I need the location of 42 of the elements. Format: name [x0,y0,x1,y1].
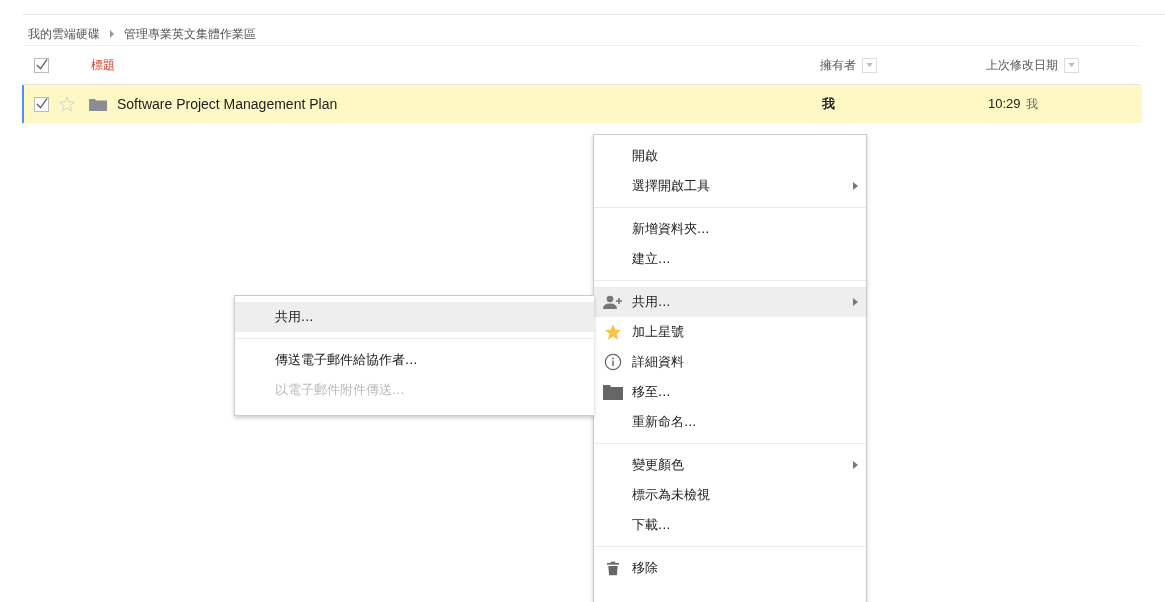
info-icon [604,353,622,371]
submenu-arrow-icon [853,461,858,469]
menu-item[interactable]: 詳細資料 [594,347,866,377]
menu-item[interactable]: 開啟 [594,141,866,171]
menu-item[interactable]: 新增資料夾... [594,214,866,244]
breadcrumb-link[interactable]: 我的雲端硬碟 [28,25,100,43]
checkbox[interactable] [34,96,49,112]
submenu-arrow-icon [853,182,858,190]
star-icon [604,323,622,341]
breadcrumb-arrow-icon [110,30,114,38]
menu-item[interactable]: 共用... [235,302,594,332]
add-person-icon [603,295,623,309]
menu-item[interactable]: 移除 [594,553,866,583]
breadcrumb-link[interactable]: 管理專業英文集體作業區 [124,25,256,43]
caret-icon [1068,63,1075,67]
sort-dropdown[interactable] [862,57,877,73]
menu-item[interactable]: 建立... [594,244,866,274]
menu-item[interactable]: 移至... [594,377,866,407]
checkbox[interactable] [34,57,49,73]
sort-dropdown[interactable] [1064,57,1079,73]
menu-item[interactable]: 傳送電子郵件給協作者... [235,345,594,375]
modified-by: 我 [1025,95,1038,113]
menu-item[interactable]: 變更顏色 [594,450,866,480]
menu-item[interactable]: 共用... [594,287,866,317]
column-header[interactable]: 擁有者 [820,56,856,74]
menu-item[interactable]: 重新命名... [594,407,866,437]
file-name[interactable]: Software Project Management Plan [117,96,338,112]
folder-icon [89,97,107,111]
trash-icon [607,560,619,576]
column-header[interactable]: 標題 [91,56,115,74]
submenu-arrow-icon [853,298,858,306]
modified-time: 10:29 [988,95,1021,113]
folder-icon [603,384,623,400]
menu-item[interactable]: 標示為未檢視 [594,480,866,510]
caret-icon [866,63,873,67]
star-icon[interactable] [59,96,75,112]
column-header[interactable]: 上次修改日期 [986,56,1058,74]
menu-item[interactable]: 下載... [594,510,866,540]
menu-item[interactable]: 選擇開啟工具 [594,171,866,201]
owner-cell: 我 [822,95,835,113]
menu-item[interactable]: 加上星號 [594,317,866,347]
file-row[interactable]: Software Project Management Plan 我 10:29 我 [22,85,1142,123]
